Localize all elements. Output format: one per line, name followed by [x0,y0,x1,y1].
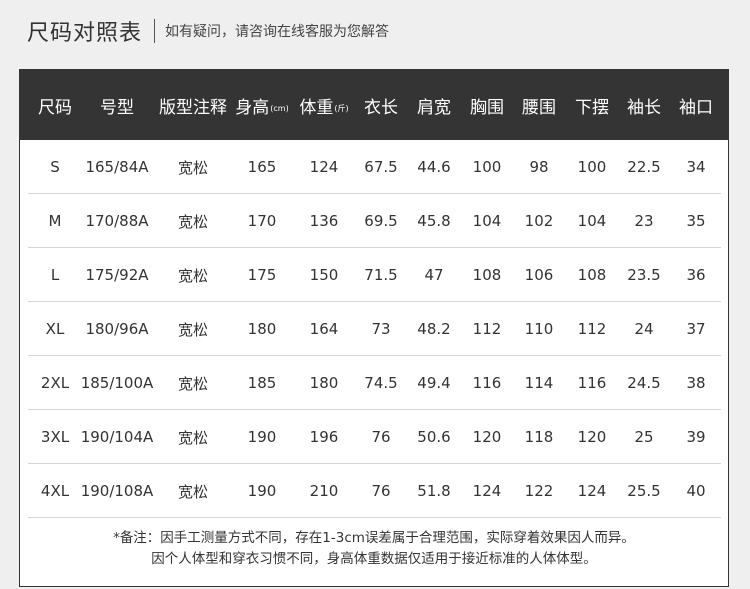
table-row: S 165/84A 宽松 165 124 67.5 44.6 100 98 100 22.5 34 [20,140,728,194]
cell-cuff: 39 [686,428,706,446]
cell-cuff: 37 [686,320,706,338]
column-header-label: 体重 [299,97,334,118]
cell-cuff: 35 [686,212,706,230]
page-title: 尺码对照表 [27,21,143,46]
notes: *备注：因手工测量方式不同，存在1-3cm误差属于合理范围，实际穿着效果因人而异… [20,528,728,570]
note-line-1: *备注：因手工测量方式不同，存在1-3cm误差属于合理范围，实际穿着效果因人而异… [113,530,635,546]
cell-cuff: 40 [686,482,706,500]
title-bar: 尺码对照表 如有疑问，请咨询在线客服为您解答 [27,14,389,48]
table-header: 尺码 号型 版型注释 身高 (cm) 体重 (斤) 衣长 肩宽 胸围 腰围 下摆 袖长 袖口 [20,70,728,140]
row-divider [28,517,721,518]
table-row: L 175/92A 宽松 175 150 71.5 47 108 106 108 23.5 36 [20,248,728,302]
cell-cuff: 38 [686,374,706,392]
column-header-label: 号型 [100,97,134,118]
table-row: 2XL 185/100A 宽松 185 180 74.5 49.4 116 114 116 24.5… [20,356,728,410]
cell-cuff: 36 [686,266,706,284]
table-row: M 170/88A 宽松 170 136 69.5 45.8 104 102 104 23 35 [20,194,728,248]
size-chart-card: 尺码 号型 版型注释 身高 (cm) 体重 (斤) 衣长 肩宽 胸围 腰围 下摆 袖长 袖口 S 165/8… [19,69,729,587]
title-divider [154,19,156,43]
column-header-label: 身高 [235,97,270,118]
column-header-label: 袖口 [679,97,713,118]
table-row: 3XL 190/104A 宽松 190 196 76 50.6 120 118 120 25 39 [20,410,728,464]
column-header-label: 尺码 [38,97,72,118]
table-row: 4XL 190/108A 宽松 190 210 76 51.8 124 122 124 25.5 40 [20,464,728,518]
table-row: XL 180/96A 宽松 180 164 73 48.2 112 110 112 24 37 [20,302,728,356]
cell-cuff: 34 [686,158,706,176]
column-header-cuff: 袖口 [651,70,741,140]
note-line-2: 因个人体型和穿衣习惯不同，身高体重数据仅适用于接近标准的人体体型。 [151,551,597,567]
page-subtitle: 如有疑问，请咨询在线客服为您解答 [165,24,390,40]
